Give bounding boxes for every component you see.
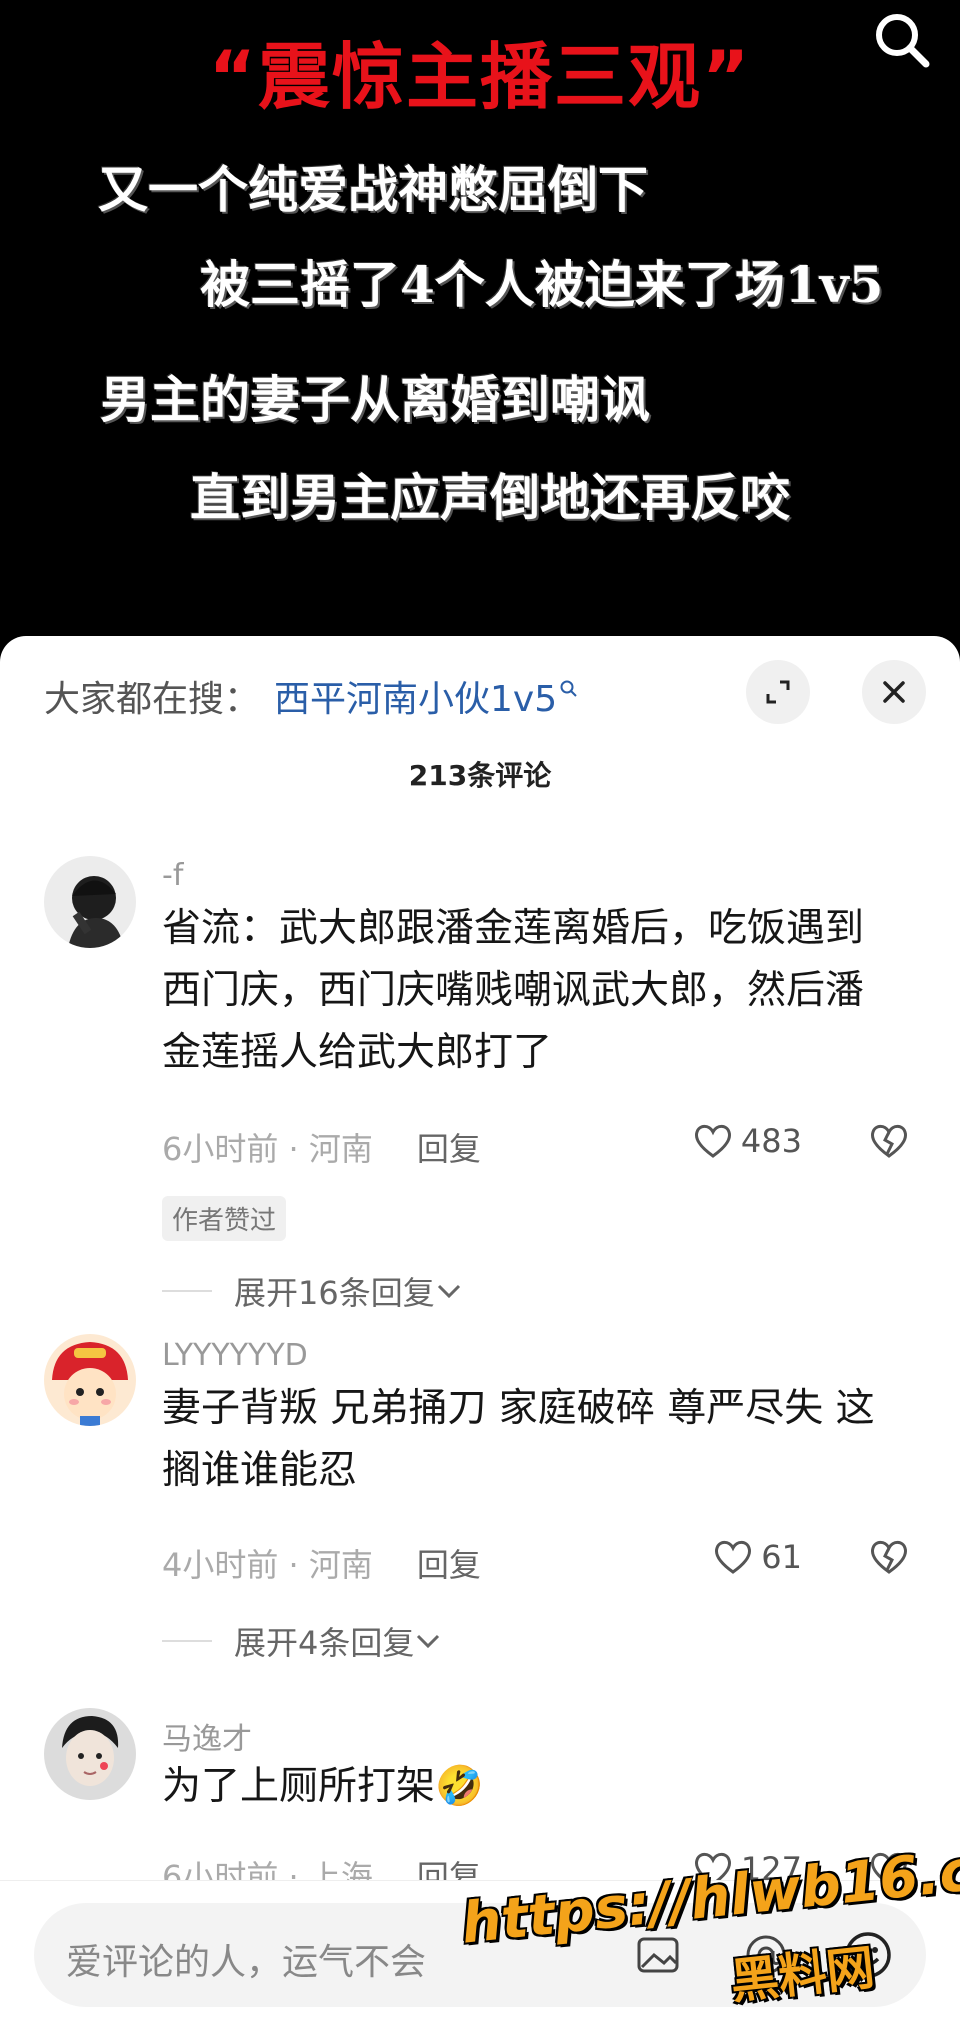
video-caption-2: 被三摇了4个人被迫来了场1v5 <box>200 255 884 314</box>
expand-replies-label: 展开4条回复 <box>234 1624 415 1662</box>
comment-username[interactable]: -f <box>162 858 183 893</box>
comment-line: 省流：武大郎跟潘金莲离婚后，吃饭遇到 <box>162 906 865 951</box>
chevron-down-icon <box>437 1284 460 1299</box>
hot-search-row[interactable]: 大家都在搜： 西平河南小伙1v5 <box>44 666 579 726</box>
expand-replies-button[interactable]: 展开4条回复 <box>234 1618 442 1664</box>
like-count: 61 <box>761 1538 802 1576</box>
avatar[interactable] <box>44 856 136 948</box>
comment-text: 妻子背叛 兄弟捅刀 家庭破碎 尊严尽失 这 搁谁谁能忍 <box>162 1378 902 1502</box>
watermark-text: 黑料网 <box>727 1939 878 2011</box>
heart-icon <box>715 1540 752 1574</box>
reply-button[interactable]: 回复 <box>417 1540 481 1586</box>
chevron-down-icon <box>417 1634 440 1649</box>
like-count: 483 <box>740 1122 802 1160</box>
dislike-icon[interactable] <box>868 1122 910 1164</box>
search-icon[interactable] <box>872 10 932 70</box>
expand-divider <box>162 1290 212 1292</box>
comment-text: 为了上厕所打架🤣 <box>162 1756 902 1818</box>
comment-text: 省流：武大郎跟潘金莲离婚后，吃饭遇到 西门庆，西门庆嘴贱嘲讽武大郎，然后潘 金莲… <box>162 898 902 1084</box>
author-liked-badge: 作者赞过 <box>162 1196 287 1241</box>
heart-icon <box>694 1124 731 1158</box>
video-caption-1: 又一个纯爱战神憋屈倒下 <box>98 160 648 219</box>
dislike-icon[interactable] <box>868 1538 910 1580</box>
hot-search-label: 大家都在搜： <box>44 679 261 720</box>
expand-icon[interactable] <box>746 660 810 724</box>
comment-meta: 4小时前 · 河南 回复 <box>162 1540 481 1586</box>
expand-replies-button[interactable]: 展开16条回复 <box>234 1268 463 1314</box>
like-button[interactable]: 61 <box>713 1538 802 1576</box>
comment-username[interactable]: 马逸才 <box>162 1714 252 1758</box>
comment-count: 213条评论 <box>408 759 552 792</box>
comment-time-location: 6小时前 · 河南 <box>162 1130 373 1168</box>
comment-line: 西门庆，西门庆嘴贱嘲讽武大郎，然后潘 <box>162 968 865 1013</box>
comment-line: 妻子背叛 兄弟捅刀 家庭破碎 尊严尽失 这 <box>162 1386 875 1431</box>
video-caption-3: 男主的妻子从离婚到嘲讽 <box>100 370 650 429</box>
expand-divider <box>162 1640 212 1642</box>
comment-line: 金莲摇人给武大郎打了 <box>162 1030 553 1075</box>
comment-input-placeholder: 爱评论的人，运气不会 <box>66 1942 427 1983</box>
small-search-icon <box>559 667 579 708</box>
hot-search-term[interactable]: 西平河南小伙1v5 <box>274 670 557 722</box>
comment-line: 为了上厕所打架🤣 <box>162 1764 484 1809</box>
comment-time-location: 4小时前 · 河南 <box>162 1546 373 1584</box>
video-caption-4: 直到男主应声倒地还再反咬 <box>190 468 790 527</box>
close-icon[interactable] <box>862 660 926 724</box>
reply-button[interactable]: 回复 <box>417 1124 481 1170</box>
comment-line: 搁谁谁能忍 <box>162 1448 358 1493</box>
avatar[interactable] <box>44 1708 136 1800</box>
avatar[interactable] <box>44 1334 136 1426</box>
comment-sheet: 大家都在搜： 西平河南小伙1v5 213条评论 -f 省流：武大郎跟潘金莲离婚后… <box>0 636 960 2028</box>
image-icon[interactable] <box>634 1931 682 1983</box>
video-area[interactable]: “震惊主播三观” 又一个纯爱战神憋屈倒下 被三摇了4个人被迫来了场1v5 男主的… <box>0 0 960 640</box>
comment-meta: 6小时前 · 河南 回复 <box>162 1124 481 1170</box>
like-button[interactable]: 483 <box>693 1122 802 1160</box>
comment-username[interactable]: LYYYYYYD <box>162 1338 308 1373</box>
expand-replies-label: 展开16条回复 <box>234 1274 435 1312</box>
video-title: “震惊主播三观” <box>208 35 752 119</box>
